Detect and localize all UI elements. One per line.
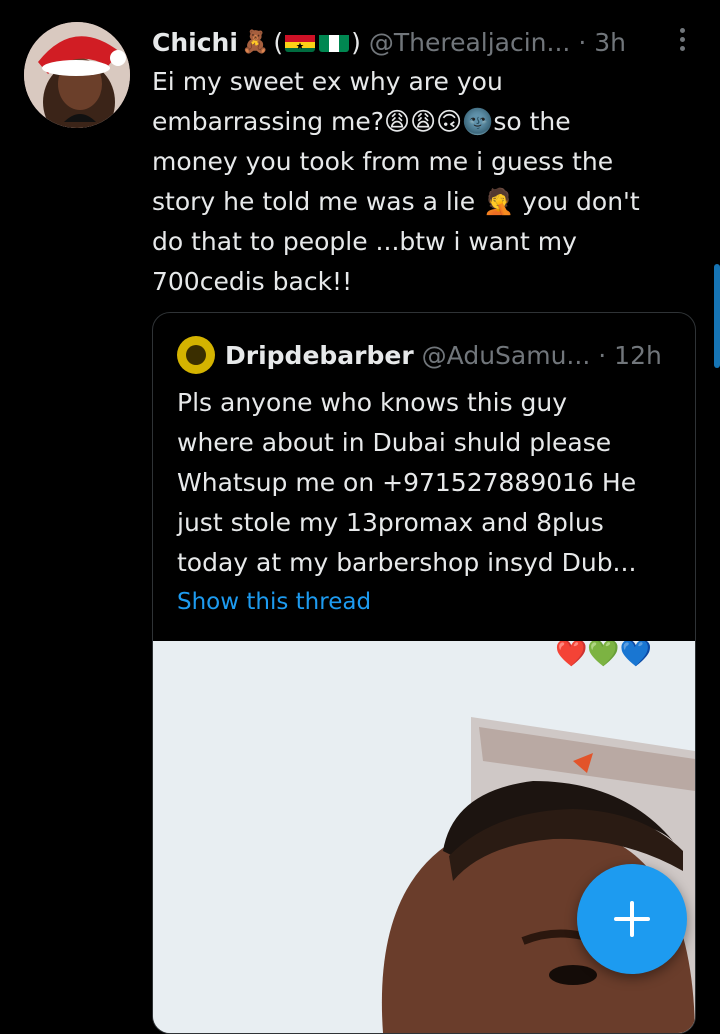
quote-photo[interactable]: ❤️💚💙 [153,641,695,1033]
author-avatar[interactable] [24,22,130,128]
quote-author-name[interactable]: Dripdebarber [225,341,414,370]
flag-group: ( ) [273,27,361,57]
quote-author-avatar[interactable] [177,336,215,374]
quote-header: Dripdebarber @AduSamu... · 12h [177,336,679,374]
author-name[interactable]: Chichi [152,28,238,57]
quote-timestamp[interactable]: · 12h [598,341,662,370]
quote-author-handle[interactable]: @AduSamu... [422,341,591,370]
tweet-timestamp[interactable]: · 3h [578,28,626,57]
show-thread-link[interactable]: Show this thread [177,589,371,615]
compose-tweet-button[interactable] [577,864,687,974]
nigeria-flag-icon [319,32,350,52]
teddy-bear-emoji: 🧸 [241,29,270,55]
tweet-text: Ei my sweet ex why are you embarrassing … [152,67,640,296]
author-handle[interactable]: @Therealjacin... [369,28,571,57]
photo-hearts: ❤️💚💙 [555,641,653,669]
tweet-header: Chichi 🧸 ( ) @Therealjacin... · 3h [152,24,690,60]
more-vertical-icon[interactable] [678,28,686,54]
ghana-flag-icon [285,32,316,52]
scrollbar-thumb[interactable] [714,264,720,368]
quote-text: Pls anyone who knows this guy where abou… [177,388,637,577]
